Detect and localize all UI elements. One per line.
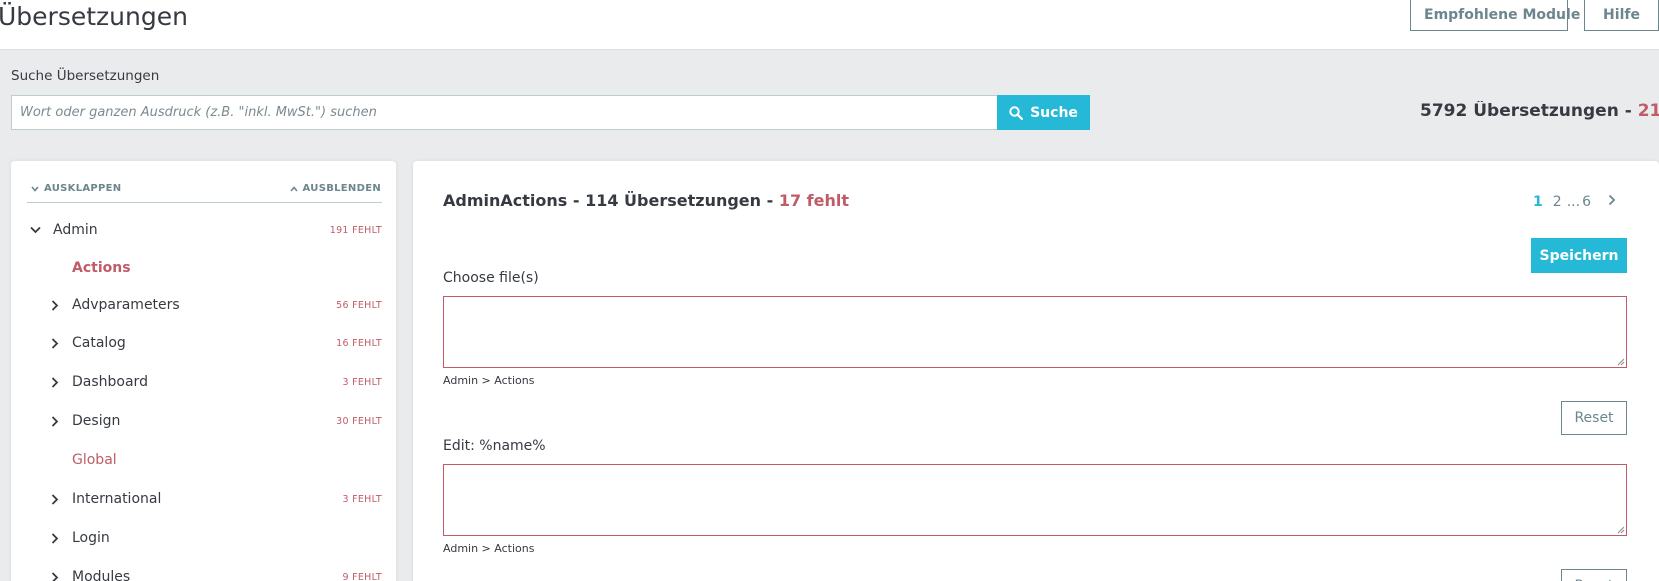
- resize-grip-icon[interactable]: [1615, 524, 1625, 534]
- resize-grip-icon[interactable]: [1615, 356, 1625, 366]
- chevron-down-icon[interactable]: [27, 226, 43, 234]
- save-button[interactable]: Speichern: [1531, 238, 1627, 273]
- section-title: AdminActions - 114 Übersetzungen - 17 fe…: [443, 191, 849, 210]
- chevron-up-icon: [289, 185, 298, 192]
- search-input[interactable]: [11, 95, 998, 130]
- tree-item-label: International: [72, 491, 162, 507]
- chevron-right-icon[interactable]: [47, 337, 63, 349]
- page-header: Übersetzungen Empfohlene Module Hilfe: [0, 0, 1659, 50]
- tree-item-design[interactable]: Design 30 FEHLT: [27, 406, 382, 436]
- tree-item-label: Actions: [72, 260, 131, 276]
- chevron-right-icon[interactable]: [47, 493, 63, 505]
- translation-totals: 5792 Übersetzungen - 214 fehlt: [1420, 101, 1659, 121]
- pagination-ellipsis: ...: [1566, 194, 1581, 210]
- tree-toolbar: AUSKLAPPEN AUSBLENDEN: [27, 180, 382, 203]
- tree-item-missing: 191 FEHLT: [329, 224, 382, 236]
- tree-item-label: Admin: [53, 222, 98, 238]
- chevron-right-icon[interactable]: [47, 415, 63, 427]
- search-button-label: Suche: [1030, 104, 1078, 121]
- tree-item-label: Modules: [72, 569, 131, 581]
- tree-item-missing: 9 FEHLT: [342, 571, 382, 581]
- chevron-right-icon[interactable]: [47, 571, 63, 581]
- field-label: Choose file(s): [443, 270, 539, 286]
- tree-item-admin[interactable]: Admin 191 FEHLT: [27, 215, 382, 245]
- tree-item-missing: 56 FEHLT: [336, 299, 382, 311]
- field-path: Admin > Actions: [443, 542, 535, 555]
- chevron-right-icon[interactable]: [47, 532, 63, 544]
- tree-item-missing: 30 FEHLT: [336, 415, 382, 427]
- collapse-all-label: AUSBLENDEN: [302, 183, 381, 194]
- field-label: Edit: %name%: [443, 438, 546, 454]
- tree-item-missing: 16 FEHLT: [336, 337, 382, 349]
- total-missing: 214 fehlt: [1637, 101, 1659, 121]
- page-6-link[interactable]: 6: [1580, 194, 1596, 210]
- tree-item-catalog[interactable]: Catalog 16 FEHLT: [27, 328, 382, 358]
- pagination: 1 2 ... 6: [1528, 194, 1621, 210]
- total-count: 5792 Übersetzungen -: [1420, 101, 1638, 121]
- tree-item-label: Login: [72, 530, 110, 546]
- tree-item-dashboard[interactable]: Dashboard 3 FEHLT: [27, 367, 382, 397]
- section-title-text: AdminActions - 114 Übersetzungen -: [443, 191, 779, 210]
- search-icon: [1009, 105, 1024, 120]
- reset-button[interactable]: Reset: [1561, 401, 1627, 435]
- page-2-link[interactable]: 2: [1548, 194, 1567, 210]
- tree-item-global[interactable]: Global: [27, 445, 382, 475]
- expand-all-label: AUSKLAPPEN: [44, 183, 122, 194]
- recommended-modules-button[interactable]: Empfohlene Module: [1410, 0, 1580, 31]
- domain-tree-panel: AUSKLAPPEN AUSBLENDEN Admin 191 FEHLT Ac…: [11, 161, 396, 581]
- translation-textarea[interactable]: [443, 464, 1627, 536]
- help-button[interactable]: Hilfe: [1584, 0, 1659, 31]
- chevron-right-icon[interactable]: [47, 299, 63, 311]
- reset-button[interactable]: Reset: [1561, 569, 1627, 581]
- section-title-missing: 17 fehlt: [778, 191, 849, 210]
- tree-item-label: Design: [72, 413, 121, 429]
- tree-item-international[interactable]: International 3 FEHLT: [27, 484, 382, 514]
- tree-item-modules[interactable]: Modules 9 FEHLT: [27, 562, 382, 581]
- search-label: Suche Übersetzungen: [11, 68, 160, 84]
- tree-item-advparameters[interactable]: Advparameters 56 FEHLT: [27, 290, 382, 320]
- tree-item-label: Advparameters: [72, 297, 180, 313]
- search-button[interactable]: Suche: [997, 95, 1090, 130]
- tree-item-missing: 3 FEHLT: [342, 376, 382, 388]
- page-1-link[interactable]: 1: [1528, 194, 1548, 210]
- collapse-all-button[interactable]: AUSBLENDEN: [289, 183, 381, 194]
- tree-item-label: Catalog: [72, 335, 126, 351]
- tree-item-missing: 3 FEHLT: [342, 493, 382, 505]
- tree-item-label: Dashboard: [72, 374, 148, 390]
- chevron-down-icon: [31, 185, 39, 192]
- tree-item-login[interactable]: Login: [27, 523, 382, 553]
- expand-all-button[interactable]: AUSKLAPPEN: [31, 183, 121, 194]
- tree-item-actions[interactable]: Actions: [27, 253, 382, 283]
- chevron-right-icon: [1608, 194, 1616, 206]
- next-page-button[interactable]: [1596, 194, 1621, 210]
- translation-textarea[interactable]: [443, 296, 1627, 368]
- translations-panel: AdminActions - 114 Übersetzungen - 17 fe…: [413, 161, 1659, 581]
- tree-item-label: Global: [72, 452, 117, 468]
- field-path: Admin > Actions: [443, 374, 535, 387]
- chevron-right-icon[interactable]: [47, 376, 63, 388]
- page-title: Übersetzungen: [0, 2, 188, 31]
